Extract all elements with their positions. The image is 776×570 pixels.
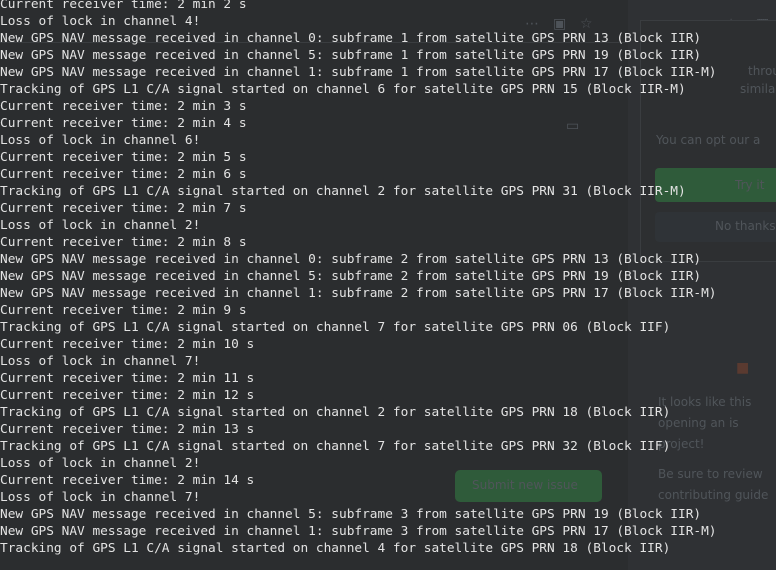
terminal-line: New GPS NAV message received in channel … [0, 507, 702, 522]
terminal-line: Current receiver time: 2 min 9 s [0, 303, 247, 318]
terminal-line: Tracking of GPS L1 C/A signal started on… [0, 405, 671, 420]
terminal-output[interactable]: Current receiver time: 2 min 2 s Loss of … [0, 0, 776, 570]
terminal-line: Tracking of GPS L1 C/A signal started on… [0, 439, 671, 454]
terminal-line: New GPS NAV message received in channel … [0, 31, 702, 46]
terminal-line: Loss of lock in channel 7! [0, 354, 201, 369]
terminal-line: Current receiver time: 2 min 6 s [0, 167, 247, 182]
terminal-line: Tracking of GPS L1 C/A signal started on… [0, 184, 686, 199]
terminal-line: New GPS NAV message received in channel … [0, 252, 702, 267]
terminal-line: Current receiver time: 2 min 3 s [0, 99, 247, 114]
terminal-line: New GPS NAV message received in channel … [0, 269, 702, 284]
terminal-line: Tracking of GPS L1 C/A signal started on… [0, 320, 671, 335]
terminal-line: Loss of lock in channel 2! [0, 218, 201, 233]
terminal-line: Current receiver time: 2 min 12 s [0, 388, 255, 403]
terminal-line: Loss of lock in channel 7! [0, 490, 201, 505]
terminal-line: New GPS NAV message received in channel … [0, 524, 717, 539]
terminal-line: Current receiver time: 2 min 2 s [0, 0, 247, 12]
terminal-line: Tracking of GPS L1 C/A signal started on… [0, 541, 671, 556]
terminal-line: Current receiver time: 2 min 10 s [0, 337, 255, 352]
terminal-line: Current receiver time: 2 min 11 s [0, 371, 255, 386]
terminal-line: Current receiver time: 2 min 7 s [0, 201, 247, 216]
terminal-line: New GPS NAV message received in channel … [0, 65, 717, 80]
terminal-line: Current receiver time: 2 min 4 s [0, 116, 247, 131]
terminal-line: Loss of lock in channel 2! [0, 456, 201, 471]
terminal-line: Current receiver time: 2 min 8 s [0, 235, 247, 250]
terminal-line: Current receiver time: 2 min 13 s [0, 422, 255, 437]
terminal-line: Current receiver time: 2 min 14 s [0, 473, 255, 488]
terminal-line: New GPS NAV message received in channel … [0, 48, 702, 63]
terminal-line: Current receiver time: 2 min 5 s [0, 150, 247, 165]
terminal-line: Tracking of GPS L1 C/A signal started on… [0, 82, 686, 97]
terminal-line: Loss of lock in channel 4! [0, 14, 201, 29]
terminal-line: Loss of lock in channel 6! [0, 133, 201, 148]
terminal-line: New GPS NAV message received in channel … [0, 286, 717, 301]
